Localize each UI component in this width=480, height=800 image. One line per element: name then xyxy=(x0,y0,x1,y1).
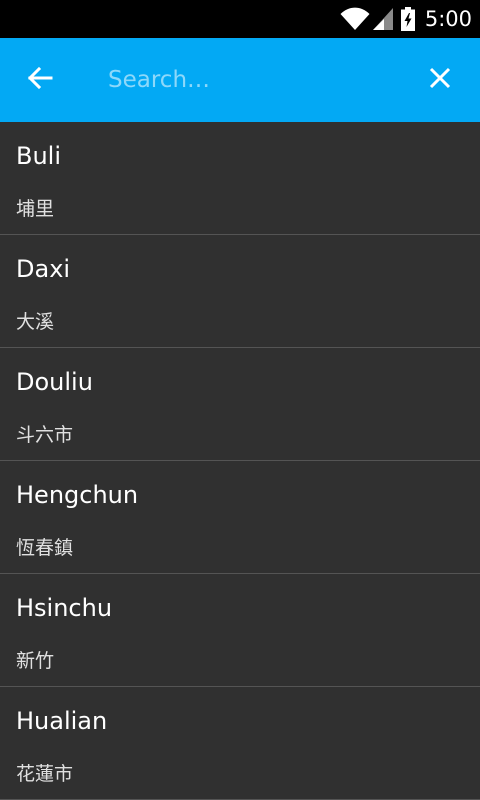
list-item[interactable]: Hsinchu 新竹 xyxy=(0,574,480,687)
item-name: Buli xyxy=(16,142,62,170)
list-item[interactable]: Douliu 斗六市 xyxy=(0,348,480,461)
item-name: Hualian xyxy=(16,707,108,735)
item-native-name: 恆春鎮 xyxy=(16,537,74,559)
item-name: Hengchun xyxy=(16,481,139,509)
item-name: Douliu xyxy=(16,368,93,396)
item-name: Hsinchu xyxy=(16,594,113,622)
arrow-left-icon xyxy=(26,64,54,96)
status-icons: 5:00 xyxy=(340,0,472,38)
list-item[interactable]: Buli 埔里 xyxy=(0,122,480,235)
item-native-name: 花蓮市 xyxy=(16,763,74,785)
item-native-name: 斗六市 xyxy=(16,424,74,446)
list-item[interactable]: Hengchun 恆春鎮 xyxy=(0,461,480,574)
status-clock: 5:00 xyxy=(424,7,472,31)
close-icon xyxy=(428,66,452,94)
search-toolbar xyxy=(0,38,480,122)
search-input[interactable] xyxy=(108,60,398,100)
list-item[interactable]: Hualian 花蓮市 xyxy=(0,687,480,800)
clear-search-button[interactable] xyxy=(416,56,464,104)
back-button[interactable] xyxy=(16,56,64,104)
item-name: Daxi xyxy=(16,255,71,283)
item-native-name: 大溪 xyxy=(16,311,55,333)
battery-icon xyxy=(400,7,415,31)
item-native-name: 新竹 xyxy=(16,650,55,672)
list-item[interactable]: Daxi 大溪 xyxy=(0,235,480,348)
wifi-icon xyxy=(340,7,370,31)
signal-icon xyxy=(372,8,393,30)
status-bar: 5:00 xyxy=(0,0,480,38)
item-native-name: 埔里 xyxy=(16,198,55,220)
location-list: Buli 埔里 Daxi 大溪 Douliu 斗六市 Hengchun 恆春鎮 … xyxy=(0,122,480,800)
